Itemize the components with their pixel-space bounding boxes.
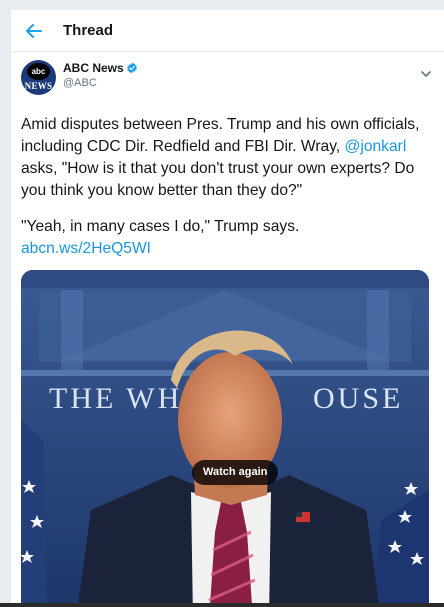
back-button[interactable] (23, 20, 45, 42)
page-title: Thread (63, 22, 114, 39)
mention-link[interactable]: @jonkarl (345, 138, 407, 155)
watch-again-button[interactable]: Watch again (192, 460, 279, 485)
chevron-down-icon[interactable] (418, 66, 434, 82)
avatar-logo-abc: abc (27, 63, 50, 80)
url-link[interactable]: abcn.ws/2HeQ5WI (21, 240, 151, 257)
verified-badge-icon (126, 62, 137, 74)
tweet-text-part2: asks, "How is it that you don't trust yo… (21, 160, 415, 199)
tweet-quote-text: "Yeah, in many cases I do," Trump says. (21, 218, 300, 235)
tweet-paragraph-1: Amid disputes between Pres. Trump and hi… (21, 114, 430, 202)
avatar[interactable]: abc NEWS (21, 60, 56, 95)
backdrop-text-2: OUSE (313, 382, 403, 415)
tweet-header: abc NEWS ABC News @ABC (21, 60, 434, 106)
thread-header: Thread (11, 10, 444, 52)
thread-panel: Thread abc NEWS ABC News @ABC Amid dispu… (10, 10, 444, 607)
author-handle[interactable]: @ABC (63, 77, 138, 89)
avatar-logo-news: NEWS (24, 81, 53, 91)
arrow-left-icon (26, 23, 42, 38)
display-name-row: ABC News (63, 61, 138, 75)
video-player[interactable]: THE WH OUSE WA (21, 270, 429, 607)
video-frame: THE WH OUSE WA (21, 270, 429, 607)
author-display-name[interactable]: ABC News (63, 61, 124, 75)
tweet: abc NEWS ABC News @ABC Amid disputes bet… (11, 52, 444, 260)
author-names: ABC News @ABC (63, 60, 138, 89)
tweet-text: Amid disputes between Pres. Trump and hi… (21, 114, 434, 260)
bottom-edge (0, 603, 444, 607)
backdrop-text-1: THE WH (49, 382, 182, 415)
tweet-paragraph-2: "Yeah, in many cases I do," Trump says. a… (21, 216, 430, 260)
